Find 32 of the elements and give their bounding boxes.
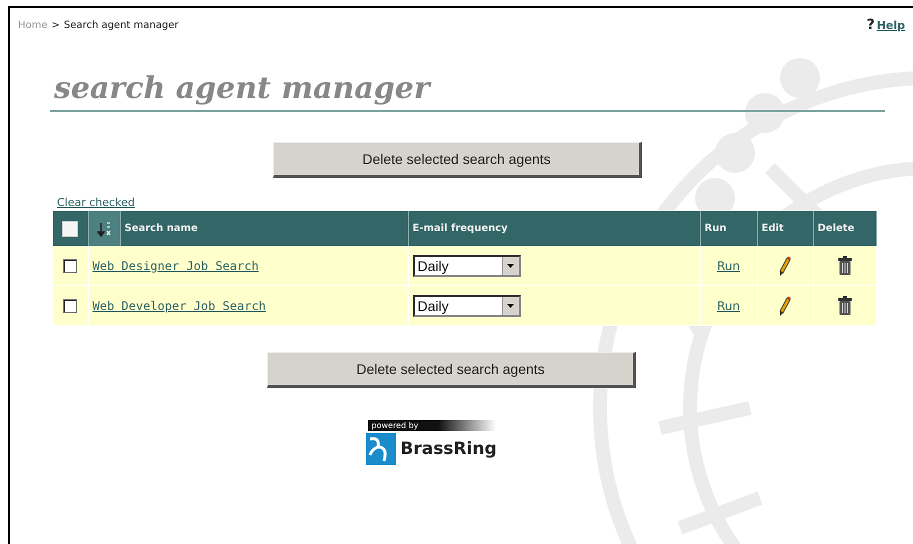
breadcrumb-current: Search agent manager [64, 20, 178, 30]
dropdown-arrow-icon [507, 264, 514, 268]
help-icon: ? [866, 17, 875, 33]
search-name-link[interactable]: Web Developer Job Search [92, 298, 266, 312]
column-header: Run [700, 211, 757, 246]
select-all-checkbox[interactable] [62, 220, 78, 236]
frequency-dropdown[interactable]: Daily [412, 254, 520, 276]
pencil-icon[interactable] [778, 256, 792, 276]
breadcrumb-separator: > [52, 20, 60, 30]
delete-button[interactable]: Delete selected search agents [267, 352, 636, 388]
column-header: Edit [757, 211, 813, 246]
help-link[interactable]: Help [876, 18, 905, 32]
brand-logo-icon [366, 433, 396, 465]
trash-icon[interactable] [838, 296, 852, 315]
powered-by-label: powered by [368, 420, 496, 431]
clear-checked-link[interactable]: Clear checked [57, 196, 135, 209]
row-checkbox[interactable] [63, 258, 78, 272]
run-link[interactable]: Run [716, 258, 740, 272]
brand-name: BrassRing [400, 439, 497, 459]
column-header: E-mail frequency [408, 211, 700, 246]
run-link[interactable]: Run [716, 298, 740, 312]
dropdown-arrow-icon [507, 304, 514, 308]
row-checkbox[interactable] [63, 298, 78, 312]
sort-icon [97, 220, 111, 236]
frequency-dropdown[interactable]: Daily [412, 294, 520, 316]
column-header: Search name [120, 211, 408, 246]
delete-button[interactable]: Delete selected search agents [273, 142, 642, 178]
column-header: Delete [813, 211, 876, 246]
search-name-link[interactable]: Web Designer Job Search [92, 258, 259, 272]
pencil-icon[interactable] [778, 296, 792, 316]
trash-icon[interactable] [838, 256, 852, 275]
page-title: search agent manager [54, 70, 432, 108]
